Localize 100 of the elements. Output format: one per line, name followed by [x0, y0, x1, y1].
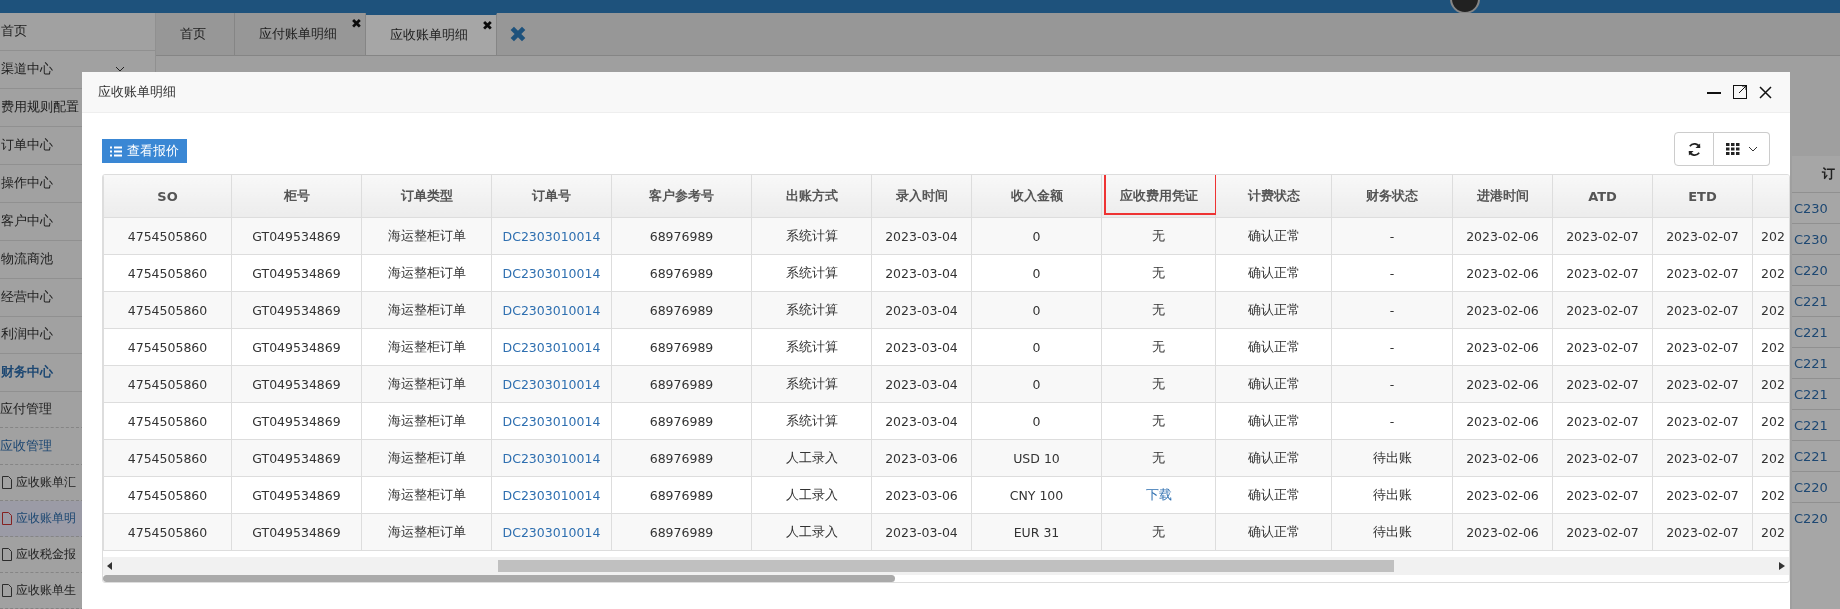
table-cell: GT049534869 — [231, 328, 362, 366]
table-cell: 人工录入 — [751, 439, 872, 477]
table-cell: 确认正常 — [1215, 365, 1332, 403]
table-cell: 无 — [1101, 328, 1216, 366]
table-cell: - — [1331, 402, 1453, 440]
table-cell: 2023-02-07 — [1552, 439, 1653, 477]
table-cell: C220 — [1792, 471, 1840, 502]
table-cell: 2023-02-06 — [1452, 402, 1553, 440]
sidebar-item-label: 应收账单汇 — [16, 473, 76, 491]
refresh-button[interactable] — [1674, 132, 1714, 166]
table-cell: GT049534869 — [231, 365, 362, 403]
table-cell: 人工录入 — [751, 513, 872, 551]
table-cell: 确认正常 — [1215, 217, 1332, 255]
table-cell: GT049534869 — [231, 513, 362, 551]
table-cell: 68976989 — [611, 217, 752, 255]
table-cell: C221 — [1792, 347, 1840, 378]
table-cell: 4754505860 — [103, 476, 232, 514]
outer-scrollbar[interactable] — [103, 575, 896, 582]
scroll-left-icon[interactable] — [107, 562, 113, 570]
table-cell: GT049534869 — [231, 291, 362, 329]
close-tab-icon[interactable]: ✖ — [482, 18, 493, 33]
table-cell: GT049534869 — [231, 217, 362, 255]
table-cell: C221 — [1792, 440, 1840, 471]
table-cell: 2023-02-07 — [1552, 291, 1653, 329]
chevron-down-icon — [115, 66, 125, 73]
column-header: 客户参考号 — [611, 175, 752, 218]
sidebar-item[interactable]: 首页 — [0, 13, 155, 51]
table-cell: 海运整柜订单 — [361, 513, 492, 551]
table-cell: 人工录入 — [751, 476, 872, 514]
table-cell: 68976989 — [611, 254, 752, 292]
table-cell: 4754505860 — [103, 291, 232, 329]
file-icon — [2, 547, 12, 561]
table-cell: 系统计算 — [751, 254, 872, 292]
tab[interactable]: 应收账单明细 ✖ — [366, 13, 497, 55]
table-cell: 2023-02-07 — [1552, 217, 1653, 255]
table-cell: 2023-03-04 — [871, 291, 972, 329]
horizontal-scrollbar[interactable] — [103, 557, 1789, 575]
table-cell: 4754505860 — [103, 513, 232, 551]
table-cell: C221 — [1792, 409, 1840, 440]
table-cell: 无 — [1101, 217, 1216, 255]
table-cell: 确认正常 — [1215, 254, 1332, 292]
table-cell: 4754505860 — [103, 217, 232, 255]
table-cell: GT049534869 — [231, 439, 362, 477]
table-cell: C230 — [1792, 192, 1840, 223]
table-cell: 海运整柜订单 — [361, 439, 492, 477]
table-cell: 系统计算 — [751, 328, 872, 366]
table-cell: C221 — [1792, 285, 1840, 316]
table-cell: 4754505860 — [103, 254, 232, 292]
table-cell: 确认正常 — [1215, 291, 1332, 329]
table-cell: 2023-02-07 — [1652, 217, 1753, 255]
table-cell: 68976989 — [611, 328, 752, 366]
table-cell: 系统计算 — [751, 217, 872, 255]
table-cell: 2023-02-07 — [1552, 476, 1653, 514]
tab-label: 应付账单明细 — [259, 25, 337, 43]
table-cell: C221 — [1792, 378, 1840, 409]
refresh-icon — [1686, 141, 1702, 157]
column-header: 订单号 — [491, 175, 612, 218]
table-cell: 4754505860 — [103, 328, 232, 366]
table-cell: 无 — [1101, 402, 1216, 440]
table-cell: 海运整柜订单 — [361, 254, 492, 292]
table-cell: 无 — [1101, 365, 1216, 403]
table-cell: 68976989 — [611, 402, 752, 440]
table-cell: 2023-03-04 — [871, 254, 972, 292]
table-cell: 确认正常 — [1215, 476, 1332, 514]
table-cell: 0 — [971, 291, 1102, 329]
column-header: 订单类型 — [361, 175, 492, 218]
tab-label: 首页 — [180, 25, 206, 43]
table-cell: 68976989 — [611, 513, 752, 551]
table-cell: 0 — [971, 217, 1102, 255]
close-tab-icon[interactable]: ✖ — [351, 16, 362, 31]
table-cell: 2023-02-07 — [1552, 254, 1653, 292]
table-cell: 0 — [971, 254, 1102, 292]
column-header: 录入时间 — [871, 175, 972, 218]
table-cell: USD 10 — [971, 439, 1102, 477]
view-quote-button[interactable]: 查看报价 — [102, 139, 187, 163]
table-cell: 0 — [971, 365, 1102, 403]
table-cell: 系统计算 — [751, 402, 872, 440]
table-cell: 68976989 — [611, 365, 752, 403]
table-cell: C230 — [1792, 223, 1840, 254]
table-cell: 2023-03-06 — [871, 476, 972, 514]
columns-dropdown-button[interactable] — [1714, 132, 1770, 166]
table-cell: 2023-02-06 — [1452, 513, 1553, 551]
table-cell: 确认正常 — [1215, 328, 1332, 366]
table-cell: 2023-03-06 — [871, 439, 972, 477]
column-header: 计费状态 — [1215, 175, 1332, 218]
table-link[interactable]: 下载 — [1145, 486, 1172, 502]
table-cell: 2023-02-06 — [1452, 365, 1553, 403]
tab[interactable]: 首页 — [156, 13, 235, 55]
table-cell: CNY 100 — [971, 476, 1102, 514]
table-cell: EUR 31 — [971, 513, 1102, 551]
table-cell: - — [1331, 328, 1453, 366]
scroll-right-icon[interactable] — [1779, 562, 1785, 570]
grid-icon — [1725, 143, 1740, 155]
table-cell: - — [1331, 291, 1453, 329]
maximize-icon[interactable] — [1733, 85, 1747, 99]
table-cell: 4754505860 — [103, 402, 232, 440]
close-icon[interactable] — [1759, 85, 1772, 99]
table-cell: 2023-02-06 — [1452, 254, 1553, 292]
file-icon — [2, 475, 12, 489]
table-cell: C220 — [1792, 502, 1840, 533]
